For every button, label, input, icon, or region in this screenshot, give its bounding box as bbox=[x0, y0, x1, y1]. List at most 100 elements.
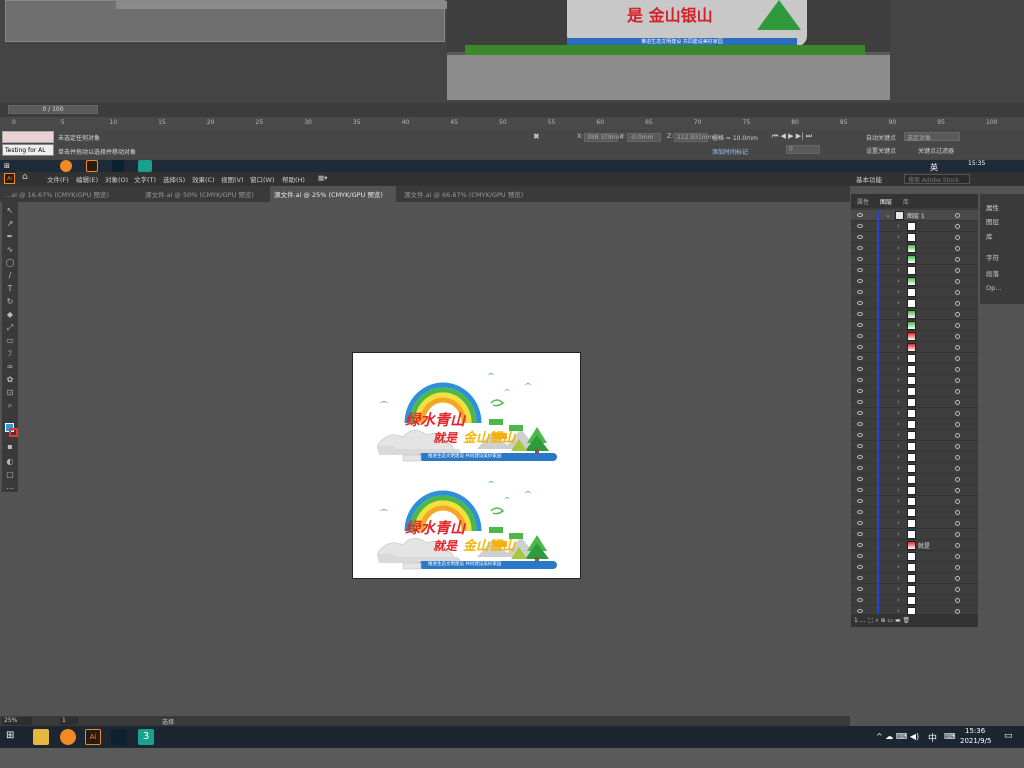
ellipse-tool-icon[interactable]: ◯ bbox=[4, 258, 16, 268]
windows-start-icon[interactable]: ⊞ bbox=[6, 730, 14, 741]
menu-help[interactable]: 帮助(H) bbox=[282, 174, 305, 184]
expand-chevron-icon[interactable]: › bbox=[897, 409, 900, 417]
visibility-eye-icon[interactable] bbox=[857, 213, 863, 217]
frame-counter[interactable]: 0 / 100 bbox=[8, 105, 98, 114]
target-circle-icon[interactable] bbox=[955, 521, 960, 526]
keyboard-icon[interactable]: ⌨ bbox=[944, 732, 956, 741]
tab-properties[interactable]: 属性 bbox=[857, 197, 869, 206]
ime-indicator[interactable]: 中 bbox=[928, 731, 937, 744]
panel-character-button[interactable]: 字符 bbox=[986, 252, 999, 262]
visibility-eye-icon[interactable] bbox=[857, 422, 863, 426]
windows-icon[interactable]: ⊞ bbox=[4, 162, 10, 170]
layer-row[interactable]: › bbox=[851, 397, 978, 408]
expand-chevron-icon[interactable]: › bbox=[897, 420, 900, 428]
panel-layers-button[interactable]: 图层 bbox=[986, 216, 999, 226]
target-circle-icon[interactable] bbox=[955, 367, 960, 372]
auto-key-button[interactable]: 自动关键点 bbox=[866, 133, 896, 142]
draw-mode-icon[interactable]: ◐ bbox=[4, 457, 16, 467]
layer-row[interactable]: › bbox=[851, 254, 978, 265]
layer-row[interactable]: › bbox=[851, 386, 978, 397]
visibility-eye-icon[interactable] bbox=[857, 411, 863, 415]
expand-chevron-icon[interactable]: › bbox=[897, 574, 900, 582]
expand-chevron-icon[interactable]: › bbox=[897, 310, 900, 318]
layer-row[interactable]: › bbox=[851, 584, 978, 595]
expand-chevron-icon[interactable]: › bbox=[897, 288, 900, 296]
visibility-eye-icon[interactable] bbox=[857, 466, 863, 470]
expand-chevron-icon[interactable]: › bbox=[897, 277, 900, 285]
layer-row[interactable]: › bbox=[851, 529, 978, 540]
visibility-eye-icon[interactable] bbox=[857, 510, 863, 514]
layer-row[interactable]: › bbox=[851, 430, 978, 441]
eraser-tool-icon[interactable]: ◆ bbox=[4, 310, 16, 320]
tray-icons[interactable]: ^ ☁ ⌨ ◀) bbox=[876, 732, 919, 741]
expand-chevron-icon[interactable]: › bbox=[897, 486, 900, 494]
symbol-sprayer-icon[interactable]: ✿ bbox=[4, 375, 16, 385]
artboard-number-field[interactable]: 1 bbox=[60, 717, 78, 725]
layer-row[interactable]: › 就是 bbox=[851, 540, 978, 551]
firefox-icon[interactable] bbox=[60, 160, 72, 172]
menu-file[interactable]: 文件(F) bbox=[47, 174, 69, 184]
target-circle-icon[interactable] bbox=[955, 312, 960, 317]
panel-libraries-button[interactable]: 库 bbox=[986, 231, 993, 241]
layer-row[interactable]: › bbox=[851, 474, 978, 485]
visibility-eye-icon[interactable] bbox=[857, 257, 863, 261]
target-circle-icon[interactable] bbox=[955, 257, 960, 262]
layer-row[interactable]: › bbox=[851, 265, 978, 276]
layer-row[interactable]: › bbox=[851, 276, 978, 287]
visibility-eye-icon[interactable] bbox=[857, 268, 863, 272]
expand-chevron-icon[interactable]: › bbox=[897, 530, 900, 538]
layer-row-top[interactable]: ⌄ 图层 1 bbox=[851, 210, 978, 221]
tab-doc-1[interactable]: ...ai @ 16.67% (CMYK/GPU 预览) bbox=[5, 189, 109, 199]
layer-row[interactable]: › bbox=[851, 518, 978, 529]
zoom-field[interactable]: 25% bbox=[2, 717, 32, 725]
tab-layers[interactable]: 图层 bbox=[880, 197, 892, 206]
expand-chevron-icon[interactable]: › bbox=[897, 244, 900, 252]
expand-chevron-icon[interactable]: › bbox=[897, 541, 900, 549]
target-circle-icon[interactable] bbox=[955, 543, 960, 548]
app-icon[interactable] bbox=[112, 160, 124, 172]
visibility-eye-icon[interactable] bbox=[857, 400, 863, 404]
target-circle-icon[interactable] bbox=[955, 279, 960, 284]
target-circle-icon[interactable] bbox=[955, 598, 960, 603]
layer-row[interactable]: › bbox=[851, 298, 978, 309]
target-circle-icon[interactable] bbox=[955, 246, 960, 251]
target-circle-icon[interactable] bbox=[955, 499, 960, 504]
visibility-eye-icon[interactable] bbox=[857, 444, 863, 448]
maxscript-listener[interactable] bbox=[2, 131, 54, 143]
visibility-eye-icon[interactable] bbox=[857, 367, 863, 371]
visibility-eye-icon[interactable] bbox=[857, 499, 863, 503]
key-filters-button[interactable]: 关键点过滤器 bbox=[918, 146, 954, 155]
y-field[interactable]: -0.0mm bbox=[627, 133, 661, 142]
target-circle-icon[interactable] bbox=[955, 554, 960, 559]
expand-chevron-icon[interactable]: › bbox=[897, 365, 900, 373]
3dsmax-icon[interactable] bbox=[138, 160, 152, 172]
expand-chevron-icon[interactable]: › bbox=[897, 343, 900, 351]
track-ruler[interactable]: 0 5 10 15 20 25 30 35 40 45 50 55 60 65 70 75 80 85 90 95 10… bbox=[0, 117, 1024, 129]
layer-row[interactable]: › bbox=[851, 364, 978, 375]
scale-tool-icon[interactable]: ⤢ bbox=[4, 323, 16, 333]
visibility-eye-icon[interactable] bbox=[857, 598, 863, 602]
panel-properties-button[interactable]: 属性 bbox=[986, 202, 999, 212]
expand-chevron-icon[interactable]: › bbox=[897, 299, 900, 307]
viewport-left[interactable] bbox=[5, 0, 546, 42]
rotate-tool-icon[interactable]: ↻ bbox=[4, 297, 16, 307]
menu-window[interactable]: 窗口(W) bbox=[250, 174, 275, 184]
illustrator-icon[interactable] bbox=[86, 160, 98, 172]
visibility-eye-icon[interactable] bbox=[857, 477, 863, 481]
zoom-tool-icon[interactable]: ⌕ bbox=[4, 401, 16, 411]
direct-selection-tool-icon[interactable]: ↗ bbox=[4, 219, 16, 229]
visibility-eye-icon[interactable] bbox=[857, 323, 863, 327]
layer-row[interactable]: › bbox=[851, 221, 978, 232]
target-circle-icon[interactable] bbox=[955, 345, 960, 350]
3dsmax-taskbar-icon[interactable]: 3 bbox=[138, 729, 154, 745]
menu-edit[interactable]: 编辑(E) bbox=[76, 174, 98, 184]
eyedropper-tool-icon[interactable]: ℐ bbox=[4, 349, 16, 359]
visibility-eye-icon[interactable] bbox=[857, 609, 863, 613]
target-circle-icon[interactable] bbox=[955, 433, 960, 438]
target-circle-icon[interactable] bbox=[955, 422, 960, 427]
set-key-button[interactable]: 设置关键点 bbox=[866, 146, 896, 155]
expand-chevron-icon[interactable]: › bbox=[897, 475, 900, 483]
paintbrush-tool-icon[interactable]: / bbox=[4, 271, 16, 281]
expand-chevron-icon[interactable]: › bbox=[897, 255, 900, 263]
viewport-perspective[interactable]: 是 金山银山 推进生态文明建设 共同建设美好家园 bbox=[447, 0, 890, 100]
